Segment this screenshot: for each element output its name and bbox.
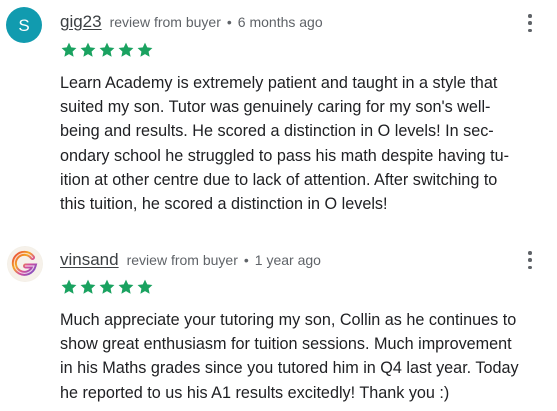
star-icon <box>99 279 115 294</box>
star-icon <box>61 279 77 294</box>
username-link[interactable]: gig23 <box>60 12 102 32</box>
review-text: Learn Academy is extremely patient and t… <box>60 71 544 216</box>
star-icon <box>137 42 153 57</box>
star-icon <box>118 279 134 294</box>
star-icon <box>99 42 115 57</box>
avatar-letter: S <box>18 15 30 35</box>
star-icon <box>61 42 77 57</box>
review-time: 1 year ago <box>254 252 321 268</box>
star-icon <box>80 279 96 294</box>
review-text-line: suited my son. Tutor was genuinely carin… <box>60 98 491 117</box>
star-icon <box>118 42 134 57</box>
review-text-line: this tuition, he scored a distinction in… <box>60 195 388 214</box>
username-link[interactable]: vinsand <box>60 250 119 270</box>
review-text-line: show great enthusiasm for tuition sessio… <box>60 335 512 354</box>
avatar[interactable] <box>7 246 43 282</box>
reviewer-type: review from buyer <box>126 252 238 268</box>
separator-dot: • <box>243 252 249 268</box>
star-rating <box>60 41 154 59</box>
review-card: vinsand review from buyer • 1 year ago M… <box>0 232 557 411</box>
review-text-line: Learn Academy is extremely patient and t… <box>60 74 498 92</box>
star-icon <box>80 42 96 57</box>
review-header: gig23 review from buyer • 6 months ago <box>60 12 323 32</box>
reviewer-type: review from buyer <box>109 14 221 30</box>
gradient-g-logo-icon <box>8 247 42 281</box>
review-text-line: ondary school he struggled to pass his m… <box>60 146 510 165</box>
star-icon <box>137 279 153 294</box>
review-text-line: Much appreciate your tutoring my son, Co… <box>60 311 517 329</box>
review-card: S gig23 review from buyer • 6 months ago… <box>0 0 557 232</box>
star-rating <box>60 278 154 296</box>
avatar[interactable]: S <box>6 7 42 43</box>
review-text-line: he reported to us his A1 results excited… <box>60 383 450 402</box>
review-text-line: being and results. He scored a distincti… <box>60 122 494 141</box>
review-time: 6 months ago <box>237 14 323 30</box>
separator-dot: • <box>226 14 232 30</box>
review-text: Much appreciate your tutoring my son, Co… <box>60 308 544 405</box>
more-options-icon[interactable] <box>523 249 537 271</box>
review-header: vinsand review from buyer • 1 year ago <box>60 250 321 270</box>
review-text-line: in his Maths grades since you tutored hi… <box>60 359 519 378</box>
more-options-icon[interactable] <box>523 12 537 34</box>
review-text-line: ition at other centre due to lack of att… <box>60 170 498 189</box>
